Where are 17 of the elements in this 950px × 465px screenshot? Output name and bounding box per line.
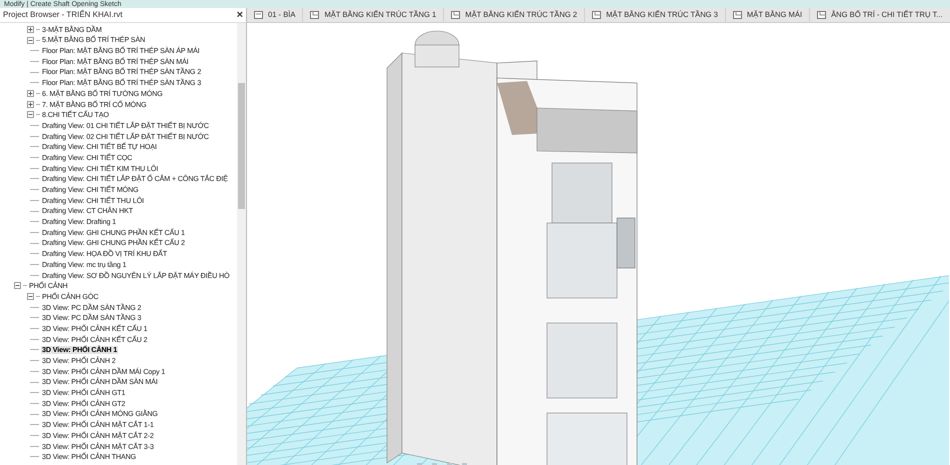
expand-icon[interactable]: [27, 26, 34, 33]
panel-title: Project Browser - TRIỂN KHAI.rvt: [3, 9, 122, 21]
floor-plan-icon: [451, 11, 460, 19]
expand-icon[interactable]: [27, 90, 34, 97]
collapse-icon[interactable]: [14, 282, 21, 290]
close-button[interactable]: ×: [236, 10, 243, 20]
expand-icon[interactable]: [27, 100, 34, 108]
scrollbar-thumb[interactable]: [238, 83, 245, 209]
collapse-icon[interactable]: [27, 36, 34, 44]
floor-plan-icon: [732, 11, 742, 19]
floor-plan-icon: [592, 11, 602, 19]
floor-plan-icon: [310, 11, 320, 19]
collapse-icon[interactable]: [27, 293, 34, 300]
sheet-icon: [254, 11, 263, 19]
scrollbar-track[interactable]: [237, 23, 246, 465]
collapse-icon[interactable]: [27, 111, 34, 118]
floor-plan-icon: [817, 11, 826, 19]
